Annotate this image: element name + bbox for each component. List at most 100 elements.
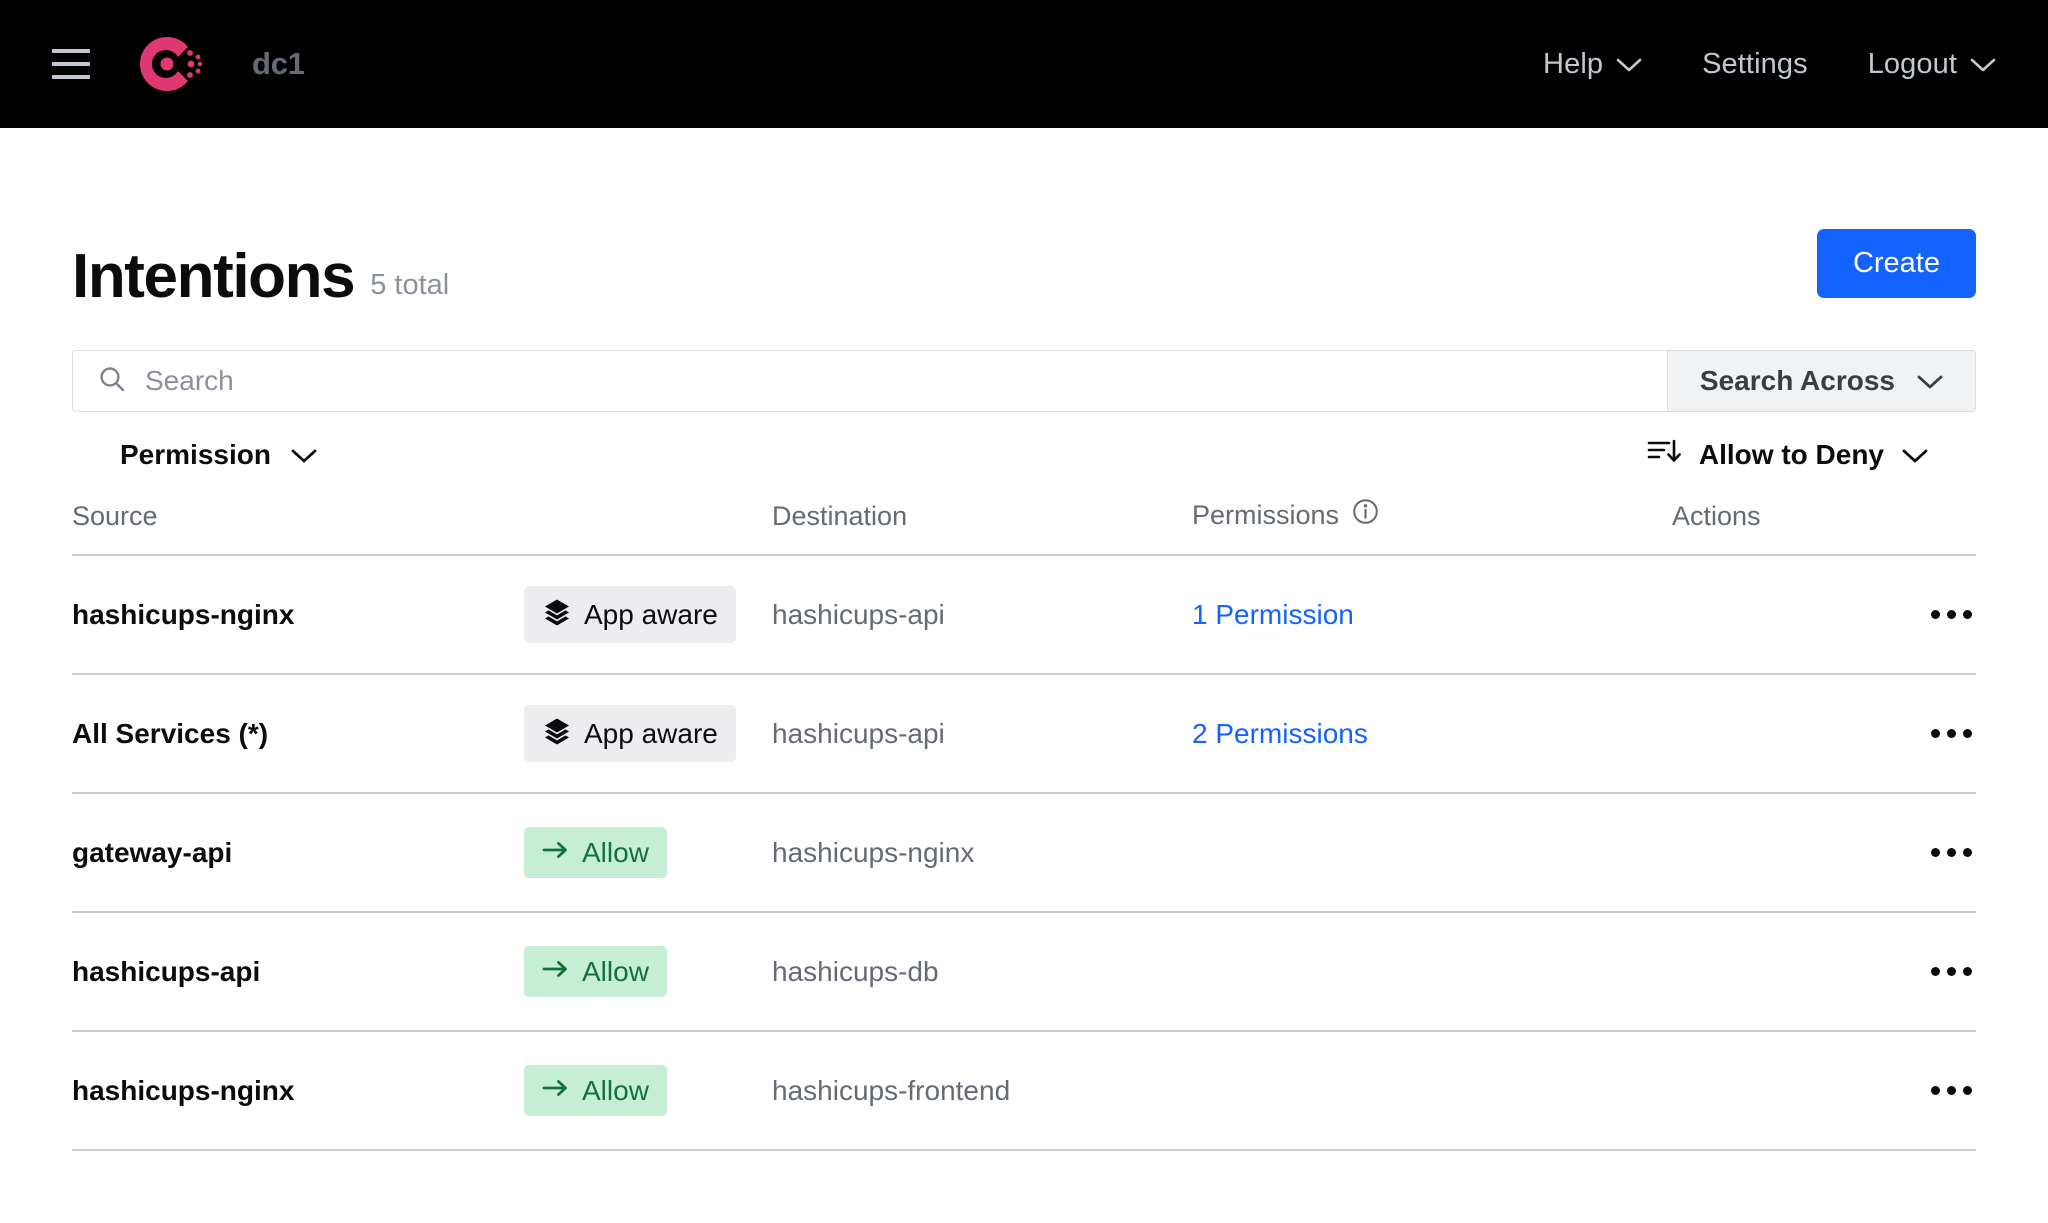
- intention-badge-allow: Allow: [524, 1065, 667, 1116]
- column-header-source: Source: [72, 498, 772, 555]
- intentions-table: Source Destination Permissions Actions h…: [72, 498, 1976, 1151]
- page-body: Intentions 5 total Create Search Across …: [0, 128, 2048, 1151]
- cell-source: gateway-api Allow: [72, 793, 772, 912]
- filter-toolbar: Permission Allow to Deny: [72, 412, 1976, 498]
- cell-source: hashicups-nginx App aware: [72, 555, 772, 674]
- chevron-down-icon: [1970, 48, 1996, 81]
- nav-help-label: Help: [1543, 48, 1603, 81]
- hamburger-menu-icon[interactable]: [52, 49, 90, 79]
- page-header-row: Intentions 5 total Create: [72, 128, 1976, 308]
- search-across-label: Search Across: [1700, 365, 1895, 397]
- cell-actions: [1672, 1031, 1976, 1150]
- source-service-name[interactable]: All Services (*): [72, 718, 524, 750]
- source-service-name[interactable]: hashicups-nginx: [72, 1075, 524, 1107]
- cell-actions: [1672, 555, 1976, 674]
- source-service-name[interactable]: hashicups-api: [72, 956, 524, 988]
- top-navigation-bar: dc1 Help Settings Logout: [0, 0, 2048, 128]
- arrow-right-icon: [542, 1076, 570, 1105]
- destination-service-name[interactable]: hashicups-frontend: [772, 1075, 1010, 1106]
- chevron-down-icon: [1902, 439, 1928, 471]
- kebab-menu-icon[interactable]: [1927, 600, 1976, 629]
- cell-destination: hashicups-api: [772, 674, 1192, 793]
- table-row[interactable]: hashicups-nginx Allow hashicups-frontend: [72, 1031, 1976, 1150]
- arrow-right-icon: [542, 957, 570, 986]
- intention-badge-label: App aware: [584, 720, 718, 748]
- cell-source: hashicups-api Allow: [72, 912, 772, 1031]
- page-title: Intentions: [72, 246, 354, 308]
- intention-badge-allow: Allow: [524, 946, 667, 997]
- cell-destination: hashicups-db: [772, 912, 1192, 1031]
- search-icon: [97, 364, 127, 399]
- column-header-destination: Destination: [772, 498, 1192, 555]
- kebab-menu-icon[interactable]: [1927, 957, 1976, 986]
- search-input[interactable]: [145, 365, 1643, 397]
- cell-destination: hashicups-frontend: [772, 1031, 1192, 1150]
- table-row[interactable]: gateway-api Allow hashicups-nginx: [72, 793, 1976, 912]
- table-body: hashicups-nginx App aware hashicups-api 1 P…: [72, 555, 1976, 1150]
- nav-settings-label: Settings: [1702, 48, 1808, 81]
- sort-descending-icon: [1647, 437, 1681, 474]
- destination-service-name[interactable]: hashicups-api: [772, 718, 945, 749]
- chevron-down-icon: [291, 439, 317, 471]
- chevron-down-icon: [1917, 365, 1943, 397]
- table-row[interactable]: hashicups-api Allow hashicups-db: [72, 912, 1976, 1031]
- nav-left-group: dc1: [52, 29, 305, 99]
- permissions-link[interactable]: 2 Permissions: [1192, 718, 1368, 749]
- kebab-menu-icon[interactable]: [1927, 1076, 1976, 1105]
- arrow-right-icon: [542, 838, 570, 867]
- intention-badge-label: App aware: [584, 601, 718, 629]
- cell-permissions: [1192, 912, 1672, 1031]
- destination-service-name[interactable]: hashicups-api: [772, 599, 945, 630]
- table-header-row: Source Destination Permissions Actions: [72, 498, 1976, 555]
- intention-badge-label: Allow: [582, 1077, 649, 1105]
- info-icon[interactable]: [1352, 498, 1379, 532]
- column-header-permissions: Permissions: [1192, 498, 1672, 555]
- intention-badge-appaware: App aware: [524, 586, 736, 643]
- source-service-name[interactable]: hashicups-nginx: [72, 599, 524, 631]
- nav-item-logout[interactable]: Logout: [1868, 48, 1996, 81]
- nav-item-help[interactable]: Help: [1543, 48, 1642, 81]
- sort-order-dropdown[interactable]: Allow to Deny: [1647, 437, 1928, 474]
- intention-badge-label: Allow: [582, 839, 649, 867]
- cell-destination: hashicups-nginx: [772, 793, 1192, 912]
- cell-actions: [1672, 793, 1976, 912]
- search-field-wrapper: [73, 351, 1667, 411]
- search-bar: Search Across: [72, 350, 1976, 412]
- intention-badge-allow: Allow: [524, 827, 667, 878]
- cell-source: hashicups-nginx Allow: [72, 1031, 772, 1150]
- datacenter-selector[interactable]: dc1: [252, 46, 305, 82]
- kebab-menu-icon[interactable]: [1927, 838, 1976, 867]
- nav-right-group: Help Settings Logout: [1543, 48, 1996, 81]
- permission-filter-dropdown[interactable]: Permission: [120, 439, 317, 471]
- cell-permissions: [1192, 1031, 1672, 1150]
- nav-item-settings[interactable]: Settings: [1702, 48, 1808, 81]
- destination-service-name[interactable]: hashicups-nginx: [772, 837, 974, 868]
- search-across-dropdown[interactable]: Search Across: [1667, 351, 1975, 411]
- kebab-menu-icon[interactable]: [1927, 719, 1976, 748]
- source-service-name[interactable]: gateway-api: [72, 837, 524, 869]
- intention-badge-label: Allow: [582, 958, 649, 986]
- intention-badge-appaware: App aware: [524, 705, 736, 762]
- sort-order-label: Allow to Deny: [1699, 439, 1884, 471]
- layers-icon: [542, 597, 572, 632]
- consul-logo-icon[interactable]: [134, 29, 204, 99]
- chevron-down-icon: [1616, 48, 1642, 81]
- table-row[interactable]: All Services (*) App aware hashicups-api 2 …: [72, 674, 1976, 793]
- page-total-count: 5 total: [370, 269, 449, 302]
- cell-actions: [1672, 674, 1976, 793]
- table-row[interactable]: hashicups-nginx App aware hashicups-api 1 P…: [72, 555, 1976, 674]
- cell-actions: [1672, 912, 1976, 1031]
- cell-permissions: [1192, 793, 1672, 912]
- destination-service-name[interactable]: hashicups-db: [772, 956, 939, 987]
- nav-logout-label: Logout: [1868, 48, 1957, 81]
- permissions-link[interactable]: 1 Permission: [1192, 599, 1354, 630]
- permission-filter-label: Permission: [120, 439, 271, 471]
- create-button[interactable]: Create: [1817, 229, 1976, 298]
- column-header-permissions-label: Permissions: [1192, 500, 1339, 531]
- cell-permissions: 2 Permissions: [1192, 674, 1672, 793]
- layers-icon: [542, 716, 572, 751]
- table-head: Source Destination Permissions Actions: [72, 498, 1976, 555]
- cell-permissions: 1 Permission: [1192, 555, 1672, 674]
- column-header-actions: Actions: [1672, 498, 1976, 555]
- cell-source: All Services (*) App aware: [72, 674, 772, 793]
